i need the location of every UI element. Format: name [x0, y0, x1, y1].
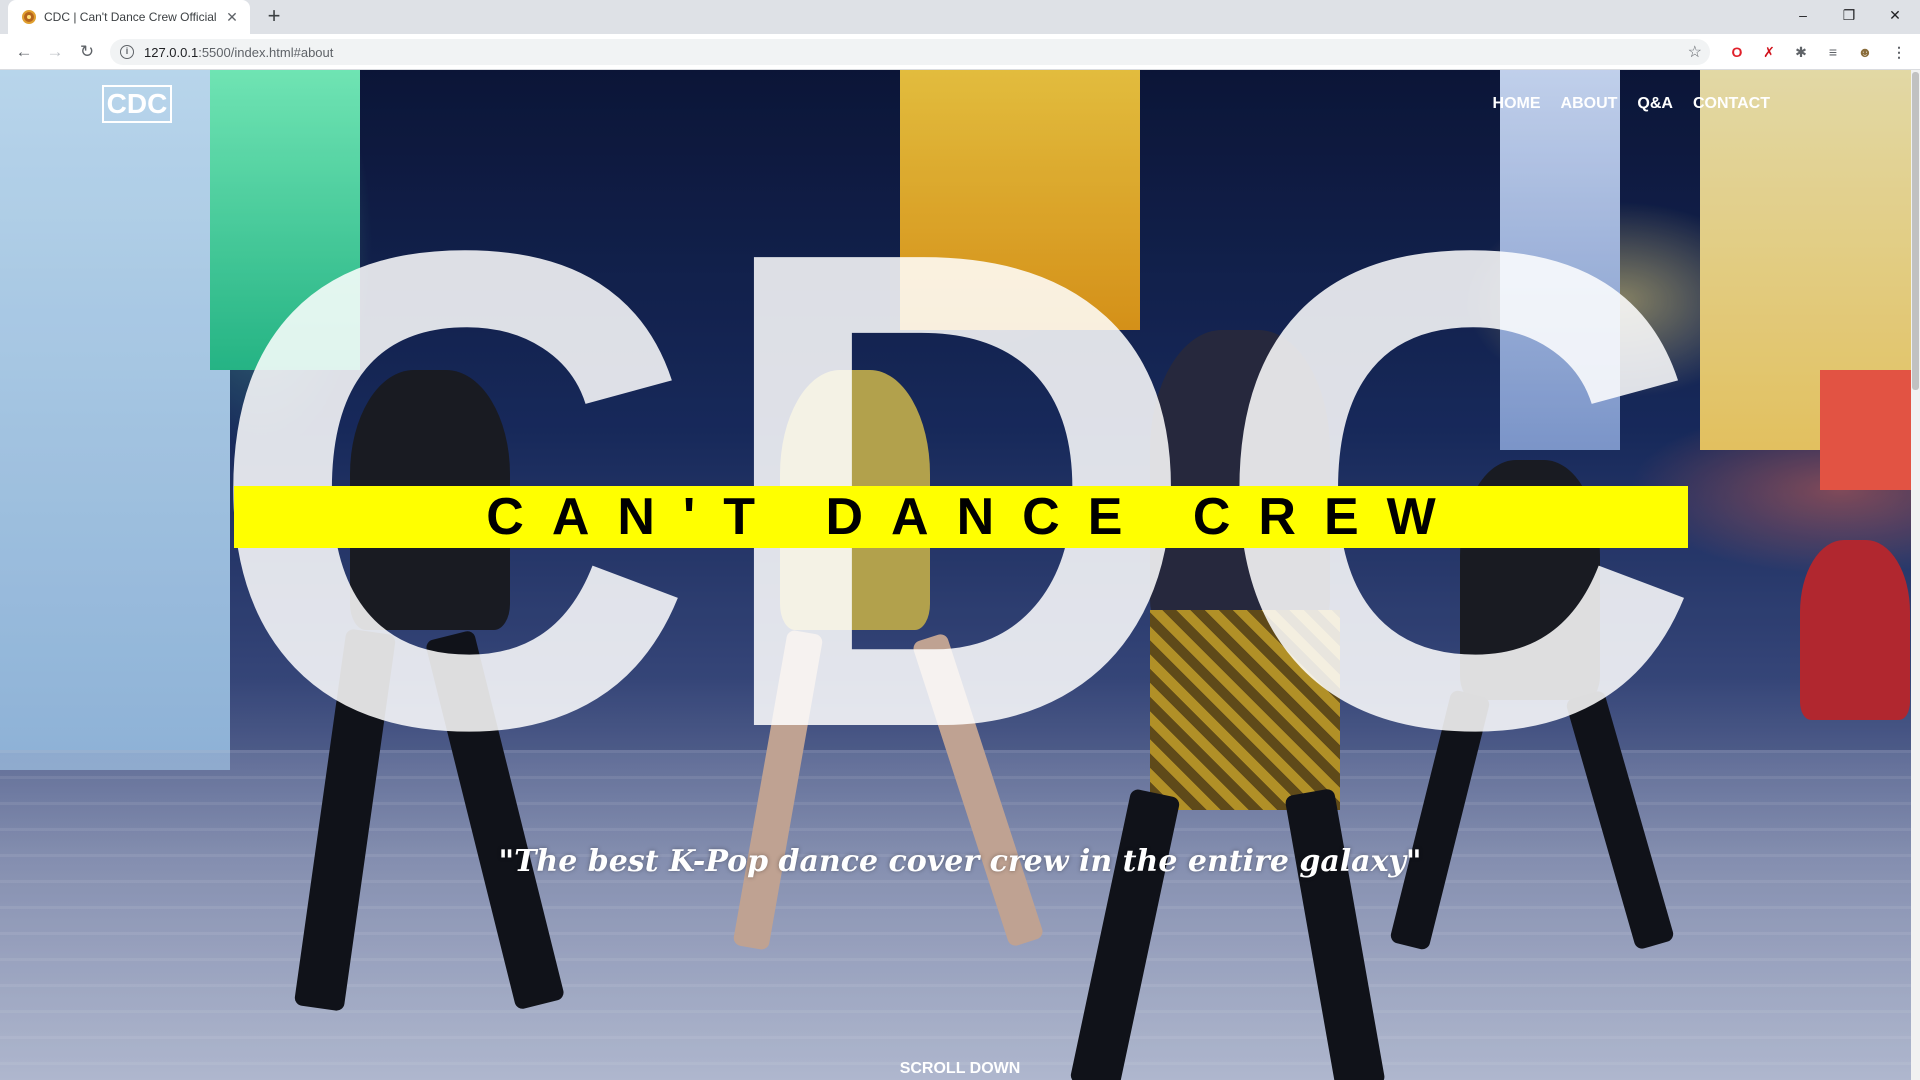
opera-extension-icon[interactable]: O — [1728, 43, 1746, 61]
url-host: 127.0.0.1 — [144, 44, 199, 60]
site-favicon-icon — [22, 10, 36, 24]
page-viewport: CDC CAN'T DANCE CREW "The best K-Pop dan… — [0, 70, 1920, 1080]
nav-link-contact[interactable]: CONTACT — [1693, 95, 1770, 113]
nav-link-qa[interactable]: Q&A — [1637, 95, 1673, 113]
bookmark-star-icon[interactable]: ☆ — [1688, 42, 1702, 62]
close-tab-icon[interactable]: ✕ — [224, 9, 240, 26]
browser-tab-strip: CDC | Can't Dance Crew Official W ✕ + – … — [0, 0, 1920, 34]
scroll-down-link[interactable]: SCROLL DOWN — [0, 1060, 1920, 1078]
address-bar[interactable]: i 127.0.0.1 :5500/index.html#about ☆ — [110, 39, 1710, 65]
browser-tab[interactable]: CDC | Can't Dance Crew Official W ✕ — [8, 0, 250, 34]
url-path: :5500/index.html#about — [198, 44, 334, 60]
nav-link-about[interactable]: ABOUT — [1561, 95, 1618, 113]
profile-avatar-icon[interactable]: ☻ — [1856, 43, 1874, 61]
browser-menu-icon[interactable]: ⋮ — [1890, 43, 1908, 61]
site-nav: HOME ABOUT Q&A CONTACT — [1493, 95, 1770, 113]
new-tab-button[interactable]: + — [262, 5, 286, 29]
extensions-puzzle-icon[interactable]: ✱ — [1792, 43, 1810, 61]
back-button[interactable]: ← — [12, 40, 36, 64]
minimize-window-button[interactable]: – — [1780, 0, 1826, 30]
hero-crew-name-band: CAN'T DANCE CREW — [234, 486, 1688, 548]
red-extension-icon[interactable]: ✗ — [1760, 43, 1778, 61]
restore-window-button[interactable]: ❐ — [1826, 0, 1872, 30]
site-info-icon[interactable]: i — [120, 45, 134, 59]
tab-title: CDC | Can't Dance Crew Official W — [44, 10, 218, 24]
reload-button[interactable]: ↻ — [75, 40, 99, 64]
close-window-button[interactable]: ✕ — [1872, 0, 1918, 30]
forward-button[interactable]: → — [43, 40, 67, 64]
browser-toolbar: ← → ↻ i 127.0.0.1 :5500/index.html#about… — [0, 34, 1920, 70]
page-scrollbar[interactable] — [1911, 70, 1920, 1080]
hero-tagline: "The best K-Pop dance cover crew in the … — [498, 844, 1422, 879]
reading-list-icon[interactable]: ≡ — [1824, 43, 1842, 61]
scrollbar-thumb[interactable] — [1912, 72, 1919, 390]
site-logo[interactable]: CDC — [102, 85, 172, 123]
nav-link-home[interactable]: HOME — [1493, 95, 1541, 113]
